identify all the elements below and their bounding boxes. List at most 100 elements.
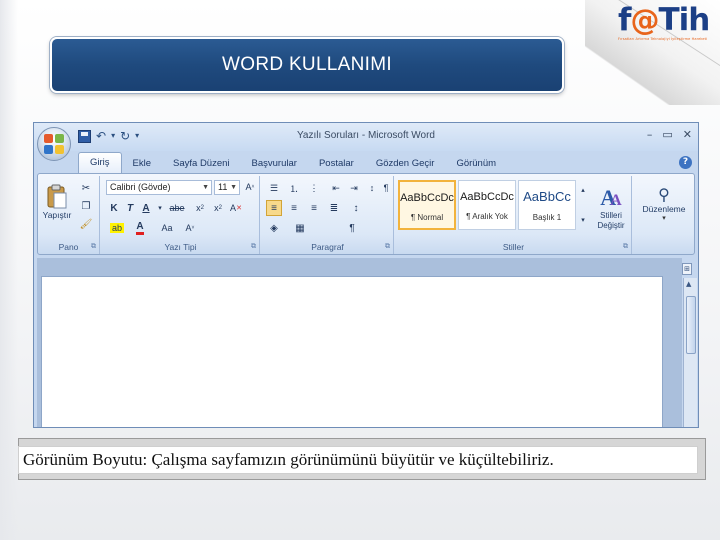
- change-styles-button[interactable]: AA Stilleri Değiştir: [590, 178, 632, 238]
- logo-letter-f: f: [618, 2, 631, 38]
- editing-label: Düzenleme: [642, 203, 686, 214]
- paste-button[interactable]: Yapıştır: [42, 180, 72, 224]
- group-label-font: Yazı Tipi: [164, 242, 197, 252]
- customize-qat-icon[interactable]: ▾: [135, 129, 139, 143]
- strikethrough-icon[interactable]: abe: [166, 200, 188, 216]
- align-right-icon[interactable]: ≡: [306, 200, 322, 216]
- ribbon: Yapıştır ✂ ❐ 🖌 Pano ⧉ Calibri (Gövde) ▼ …: [37, 173, 695, 255]
- subscript-icon[interactable]: x2: [192, 200, 208, 216]
- slide-caption: Görünüm Boyutu: Çalışma sayfamızın görün…: [18, 446, 698, 474]
- decrease-indent-icon[interactable]: ⇤: [328, 180, 344, 196]
- font-size-select[interactable]: 11 ▼: [214, 180, 240, 195]
- style-normal[interactable]: AaBbCcDc ¶ Normal: [398, 180, 456, 230]
- paragraph-launcher-icon[interactable]: ⧉: [385, 242, 390, 251]
- bold-icon[interactable]: K: [106, 200, 122, 216]
- styles-more-icon[interactable]: ▾: [578, 212, 588, 228]
- change-styles-icon: AA: [600, 185, 622, 210]
- grow-font-icon[interactable]: A ˄: [242, 179, 258, 195]
- show-hide-icon[interactable]: ¶: [378, 180, 394, 196]
- shading-icon[interactable]: ◈: [266, 220, 282, 236]
- increase-indent-icon[interactable]: ⇥: [346, 180, 362, 196]
- styles-launcher-icon[interactable]: ⧉: [623, 242, 628, 251]
- numbering-icon[interactable]: ⒈: [286, 180, 302, 196]
- font-launcher-icon[interactable]: ⧉: [251, 242, 256, 251]
- slide-title: WORD KULLANIMI: [222, 54, 392, 75]
- logo-letter-t: T: [658, 2, 680, 38]
- window-controls: – ▭ ✕: [647, 128, 692, 141]
- shrink-font-icon[interactable]: A ˅: [182, 220, 198, 236]
- tab-sayfa-duzeni[interactable]: Sayfa Düzeni: [162, 154, 241, 174]
- save-icon[interactable]: [78, 129, 91, 143]
- scroll-thumb[interactable]: [686, 296, 696, 354]
- maximize-icon[interactable]: ▭: [662, 128, 672, 141]
- paragraph-mark-icon[interactable]: ¶: [344, 220, 360, 236]
- style-heading-1[interactable]: AaBbCc Başlık 1: [518, 180, 576, 230]
- chevron-down-icon: ▼: [202, 184, 209, 191]
- style-name: ¶ Aralık Yok: [466, 212, 508, 221]
- document-page[interactable]: [41, 276, 663, 427]
- logo-at-sign: @: [630, 3, 660, 37]
- quick-access-toolbar: ↶ ▾ ↻ ▾: [78, 129, 139, 143]
- chevron-down-icon: ▾: [662, 213, 666, 222]
- styles-scroll-icon[interactable]: ▴: [578, 182, 588, 198]
- align-left-icon[interactable]: ≡: [266, 200, 282, 216]
- logo-letters-ih: ih: [678, 2, 711, 38]
- editing-button[interactable]: ⚲ Düzenleme ▾: [636, 178, 692, 228]
- copy-icon[interactable]: ❐: [78, 198, 94, 214]
- borders-icon[interactable]: ▦: [292, 220, 308, 236]
- scroll-up-icon[interactable]: ▲: [686, 280, 691, 288]
- redo-icon[interactable]: ↻: [120, 129, 130, 143]
- font-name-value: Calibri (Gövde): [110, 182, 171, 192]
- slide-left-shade: [0, 0, 18, 540]
- group-clipboard: Yapıştır ✂ ❐ 🖌 Pano ⧉: [38, 176, 100, 254]
- multilevel-list-icon[interactable]: ⋮: [306, 180, 322, 196]
- office-logo-icon: [44, 134, 64, 154]
- justify-icon[interactable]: ≣: [326, 200, 342, 216]
- tab-ekle[interactable]: Ekle: [122, 154, 162, 174]
- font-color-icon[interactable]: A: [132, 220, 148, 236]
- highlight-icon[interactable]: ab: [106, 220, 128, 236]
- style-name: ¶ Normal: [410, 213, 444, 222]
- style-sample: AaBbCc: [523, 189, 571, 204]
- clear-format-icon[interactable]: A ✕: [228, 200, 244, 216]
- logo-tagline: Fırsatları Artırma Teknolojiyi İyileştir…: [618, 37, 708, 41]
- italic-icon[interactable]: T: [122, 200, 138, 216]
- fatih-logo: f @ T ih Fırsatları Artırma Teknolojiyi …: [618, 2, 718, 48]
- office-button[interactable]: [37, 127, 71, 161]
- change-case-icon[interactable]: Aa: [156, 220, 178, 236]
- tab-gorunum[interactable]: Görünüm: [445, 154, 507, 174]
- line-spacing-icon[interactable]: ↕: [348, 200, 364, 216]
- font-size-value: 11: [218, 182, 228, 192]
- chevron-down-icon: ▼: [230, 184, 237, 191]
- ribbon-tabs: Giriş Ekle Sayfa Düzeni Başvurular Posta…: [78, 152, 507, 174]
- style-sample: AaBbCcDc: [460, 191, 514, 203]
- tab-giris[interactable]: Giriş: [78, 152, 122, 174]
- cut-icon[interactable]: ✂: [78, 180, 94, 196]
- align-center-icon[interactable]: ≡: [286, 200, 302, 216]
- group-font: Calibri (Gövde) ▼ 11 ▼ A ˄ K T A ▾ abe x2…: [102, 176, 260, 254]
- change-styles-label: Stilleri Değiştir: [597, 211, 625, 230]
- font-name-select[interactable]: Calibri (Gövde) ▼: [106, 180, 212, 195]
- title-banner: WORD KULLANIMI: [50, 37, 564, 93]
- help-icon[interactable]: ?: [679, 156, 692, 169]
- tab-postalar[interactable]: Postalar: [308, 154, 365, 174]
- style-name: Başlık 1: [532, 213, 562, 222]
- group-editing: ⚲ Düzenleme ▾: [634, 176, 694, 254]
- tab-gozden-gecir[interactable]: Gözden Geçir: [365, 154, 446, 174]
- clipboard-launcher-icon[interactable]: ⧉: [91, 242, 96, 251]
- vertical-scrollbar[interactable]: ▲: [683, 278, 697, 427]
- group-label-paragraph: Paragraf: [311, 242, 344, 252]
- document-area: [37, 258, 682, 427]
- title-bar: Yazılı Soruları - Microsoft Word ↶ ▾ ↻ ▾…: [34, 123, 698, 151]
- close-icon[interactable]: ✕: [683, 128, 692, 141]
- style-sample: AaBbCcDc: [400, 192, 454, 204]
- format-painter-icon[interactable]: 🖌: [78, 216, 94, 232]
- ruler-toggle-icon[interactable]: ⊞: [682, 263, 692, 275]
- dropdown-icon[interactable]: ▾: [111, 129, 115, 143]
- style-no-spacing[interactable]: AaBbCcDc ¶ Aralık Yok: [458, 180, 516, 230]
- superscript-icon[interactable]: x2: [210, 200, 226, 216]
- minimize-icon[interactable]: –: [647, 128, 653, 141]
- tab-basvurular[interactable]: Başvurular: [241, 154, 308, 174]
- bullets-icon[interactable]: ☰: [266, 180, 282, 196]
- undo-icon[interactable]: ↶: [96, 129, 106, 143]
